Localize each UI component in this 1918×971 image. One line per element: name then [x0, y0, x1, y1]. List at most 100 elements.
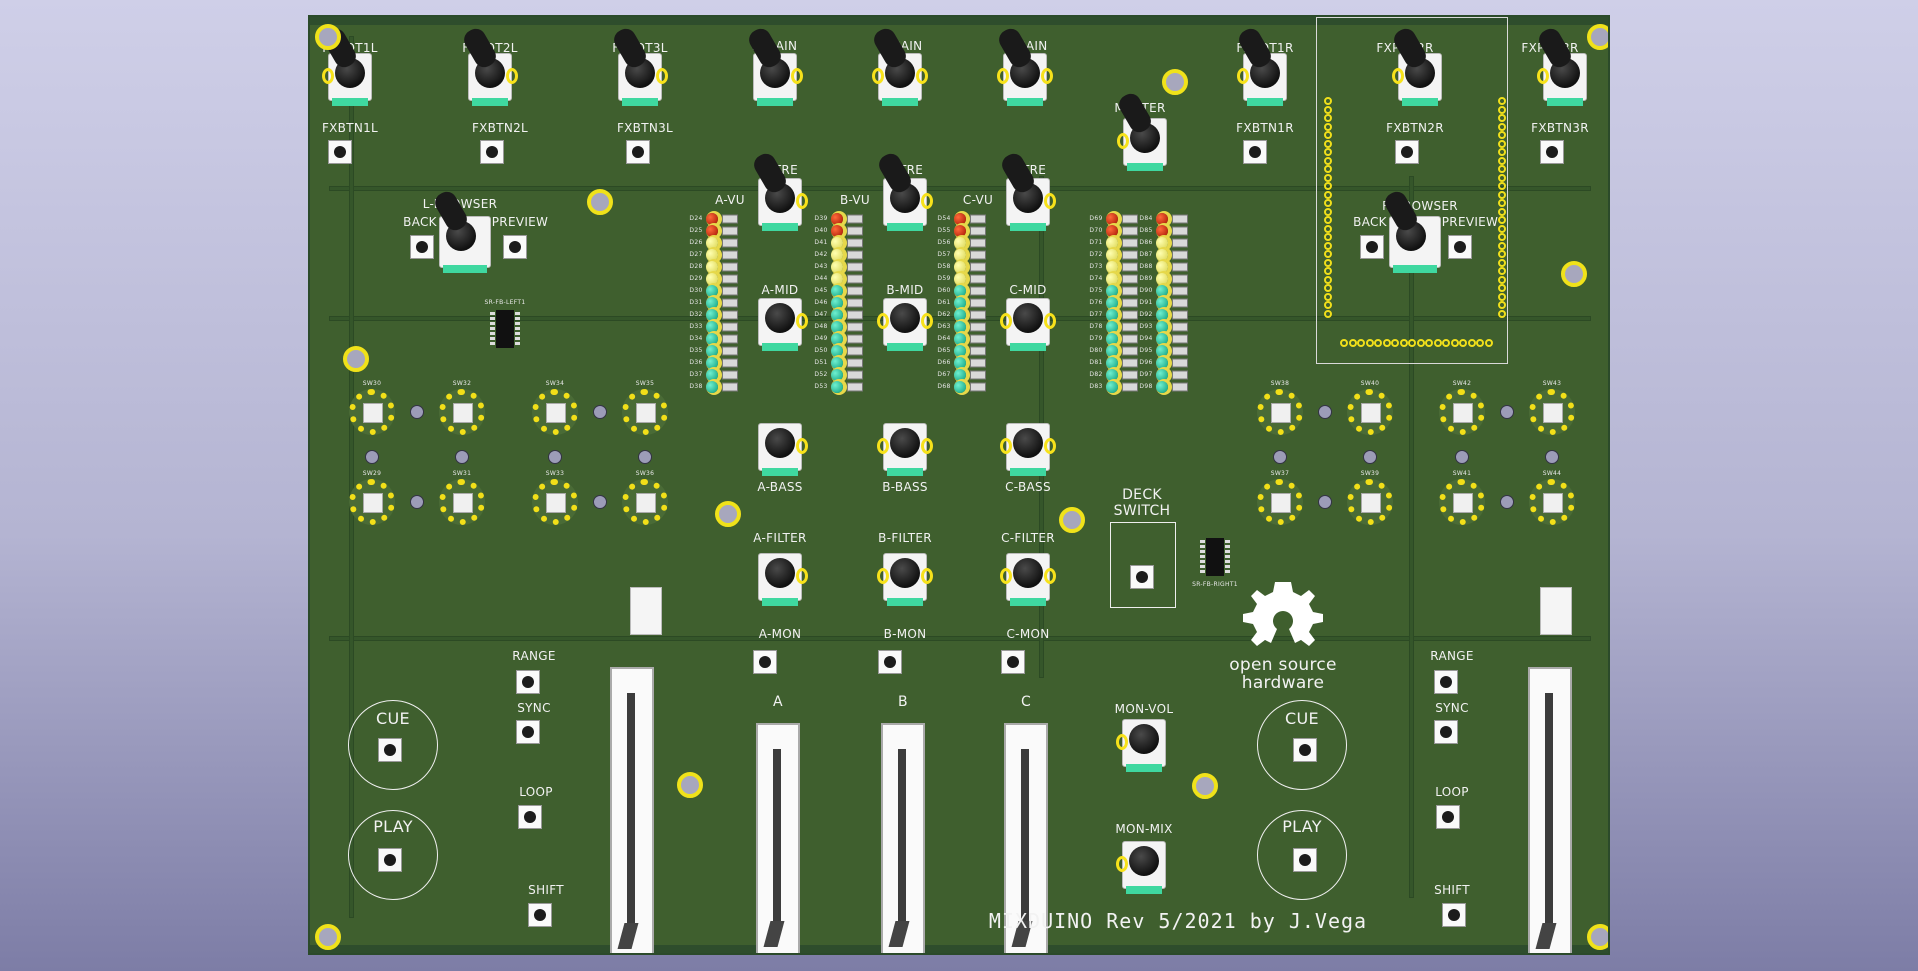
encoder-sw41[interactable] [1439, 479, 1485, 525]
led-ref-label: D33 [689, 323, 703, 330]
pot-b-filter[interactable] [877, 553, 933, 606]
pot-fxpot3r[interactable] [1537, 53, 1587, 106]
label-back-l: BACK [403, 215, 437, 229]
encoder-sw34[interactable] [532, 389, 578, 435]
pot-a-mid[interactable] [758, 298, 808, 351]
button-shift-l[interactable] [528, 903, 552, 927]
pot-mon-vol[interactable] [1116, 719, 1166, 772]
resistor [722, 250, 738, 260]
button-sync-r[interactable] [1434, 720, 1458, 744]
pot-mon-mix[interactable] [1116, 841, 1166, 894]
button-loop-r[interactable] [1436, 805, 1460, 829]
pot-fxpot3l[interactable] [618, 53, 668, 106]
button-cue-r[interactable] [1293, 738, 1317, 762]
pot-b-tre[interactable] [883, 178, 933, 231]
button-range-l[interactable] [516, 670, 540, 694]
resistor [970, 382, 986, 392]
pot-a-filter[interactable] [758, 553, 808, 606]
label-b-mon: B-MON [883, 627, 927, 641]
button-fxbtn1r[interactable] [1243, 140, 1267, 164]
button-cue-l[interactable] [378, 738, 402, 762]
led-ref-label: D40 [814, 227, 828, 234]
resistor [1122, 238, 1138, 248]
encoder-l-browser[interactable] [439, 216, 491, 273]
led-ref-label: D37 [689, 371, 703, 378]
encoder-sw29[interactable] [349, 479, 395, 525]
encoder-sw40[interactable] [1347, 389, 1393, 435]
fader-b[interactable] [881, 723, 925, 953]
pot-master[interactable] [1117, 118, 1167, 171]
vu-led [831, 261, 843, 273]
header-pin [1382, 339, 1391, 347]
encoder-sw36[interactable] [622, 479, 668, 525]
button-preview-r[interactable] [1448, 235, 1472, 259]
crossfader-left[interactable] [610, 667, 654, 953]
pot-fxpot1r[interactable] [1237, 53, 1287, 106]
encoder-sw39[interactable] [1347, 479, 1393, 525]
button-back-l[interactable] [410, 235, 434, 259]
button-range-r[interactable] [1434, 670, 1458, 694]
encoder-sw37[interactable] [1257, 479, 1303, 525]
encoder-sw33[interactable] [532, 479, 578, 525]
encoder-sw43[interactable] [1529, 389, 1575, 435]
led-ref-label: D42 [814, 251, 828, 258]
button-fxbtn2l[interactable] [480, 140, 504, 164]
pot-a-gain[interactable] [753, 53, 803, 106]
pot-c-bass[interactable] [1000, 423, 1056, 476]
button-b-mon[interactable] [878, 650, 902, 674]
resistor [1172, 238, 1188, 248]
ref-hole [455, 450, 469, 464]
button-play-l[interactable] [378, 848, 402, 872]
header-pin [1498, 122, 1506, 131]
pot-c-gain[interactable] [997, 53, 1053, 106]
button-back-r[interactable] [1360, 235, 1384, 259]
crossfader-right[interactable] [1528, 667, 1572, 953]
fader-a[interactable] [756, 723, 800, 953]
vu-led [1106, 357, 1118, 369]
pot-a-tre[interactable] [758, 178, 808, 231]
button-fxbtn3l[interactable] [626, 140, 650, 164]
button-fxbtn3r[interactable] [1540, 140, 1564, 164]
led-ref-label: D34 [689, 335, 703, 342]
vu-led [954, 345, 966, 357]
label-b-bass: B-BASS [882, 480, 928, 494]
encoder-sw32[interactable] [439, 389, 485, 435]
button-play-r[interactable] [1293, 848, 1317, 872]
encoder-sw42[interactable] [1439, 389, 1485, 435]
encoder-sw31[interactable] [439, 479, 485, 525]
pot-c-filter[interactable] [1000, 553, 1056, 606]
pot-a-bass[interactable] [758, 423, 808, 476]
button-loop-l[interactable] [518, 805, 542, 829]
button-sync-l[interactable] [516, 720, 540, 744]
button-a-mon[interactable] [753, 650, 777, 674]
resistor [847, 274, 863, 284]
encoder-r-browser[interactable] [1389, 216, 1441, 273]
pot-fxpot2r[interactable] [1392, 53, 1442, 106]
button-c-mon[interactable] [1001, 650, 1025, 674]
label-play-r: PLAY [1282, 817, 1322, 836]
resistor [722, 322, 738, 332]
button-preview-l[interactable] [503, 235, 527, 259]
button-fxbtn2r[interactable] [1395, 140, 1419, 164]
pot-b-gain[interactable] [872, 53, 928, 106]
pot-fxpot1l[interactable] [322, 53, 372, 106]
pot-c-tre[interactable] [1006, 178, 1056, 231]
resistor [847, 322, 863, 332]
label-fader-a: A [773, 694, 783, 710]
header-pin [1498, 165, 1506, 173]
vu-led [1106, 333, 1118, 345]
encoder-sw44[interactable] [1529, 479, 1575, 525]
pot-b-mid[interactable] [877, 298, 933, 351]
button-shift-r[interactable] [1442, 903, 1466, 927]
button-deck-switch[interactable] [1130, 565, 1154, 589]
encoder-sw35[interactable] [622, 389, 668, 435]
led-ref-label: D73 [1089, 263, 1103, 270]
led-ref-label: D27 [689, 251, 703, 258]
led-ref-label: D81 [1089, 359, 1103, 366]
pot-fxpot2l[interactable] [468, 53, 518, 106]
encoder-sw38[interactable] [1257, 389, 1303, 435]
encoder-sw30[interactable] [349, 389, 395, 435]
pot-c-mid[interactable] [1000, 298, 1056, 351]
button-fxbtn1l[interactable] [328, 140, 352, 164]
pot-b-bass[interactable] [877, 423, 933, 476]
